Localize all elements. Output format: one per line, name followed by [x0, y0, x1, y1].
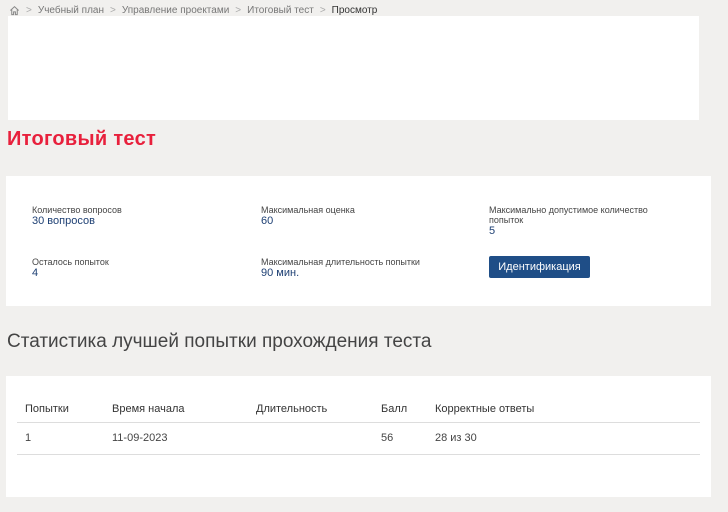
- max-duration-value: 90 мин.: [261, 267, 300, 279]
- cell-score: 56: [373, 422, 427, 455]
- max-attempts-item: Максимально допустимое количество попыто…: [489, 205, 679, 237]
- cell-attempt: 1: [17, 422, 104, 455]
- column-header-score: Балл: [373, 396, 427, 423]
- chevron-right-icon: >: [26, 4, 32, 16]
- max-duration-label: Максимальная длительность попытки: [261, 257, 420, 267]
- column-header-duration: Длительность: [248, 396, 373, 423]
- max-score-value: 60: [261, 215, 274, 227]
- attempts-left-item: Осталось попыток 4: [32, 257, 232, 279]
- chevron-right-icon: >: [319, 4, 326, 16]
- home-icon[interactable]: [8, 4, 20, 16]
- max-attempts-value: 5: [489, 225, 496, 237]
- test-info-card: Количество вопросов 30 вопросов Максимал…: [6, 176, 711, 306]
- cell-correct-answers: 28 из 30: [427, 422, 700, 455]
- column-header-correct-answers: Корректные ответы: [427, 396, 700, 423]
- breadcrumb-item-project-management[interactable]: Управление проектами: [122, 5, 229, 16]
- cell-start-time: 11-09-2023: [104, 422, 248, 455]
- identification-button[interactable]: Идентификация: [489, 256, 590, 278]
- questions-count-value: 30 вопросов: [32, 215, 95, 227]
- questions-count-label: Количество вопросов: [32, 205, 122, 215]
- attempts-left-value: 4: [32, 267, 39, 279]
- breadcrumb-current: Просмотр: [331, 4, 378, 16]
- max-score-label: Максимальная оценка: [261, 205, 355, 215]
- stats-table: Попытки Время начала Длительность Балл К…: [17, 396, 700, 455]
- table-row: 1 11-09-2023 56 28 из 30: [17, 422, 700, 455]
- breadcrumb-item-final-test[interactable]: Итоговый тест: [247, 5, 314, 16]
- max-score-item: Максимальная оценка 60: [261, 205, 461, 227]
- column-header-attempts: Попытки: [17, 396, 104, 423]
- max-duration-item: Максимальная длительность попытки 90 мин…: [261, 257, 461, 279]
- stats-card: Попытки Время начала Длительность Балл К…: [6, 376, 711, 497]
- page-title: Итоговый тест: [7, 128, 157, 150]
- breadcrumb: > Учебный план > Управление проектами > …: [8, 3, 377, 17]
- questions-count-item: Количество вопросов 30 вопросов: [32, 205, 232, 227]
- banner-area: [8, 16, 699, 120]
- cell-duration: [248, 422, 373, 455]
- breadcrumb-item-study-plan[interactable]: Учебный план: [38, 5, 104, 16]
- stats-section-title: Статистика лучшей попытки прохождения те…: [7, 331, 432, 352]
- table-header-row: Попытки Время начала Длительность Балл К…: [17, 396, 700, 423]
- attempts-left-label: Осталось попыток: [32, 257, 109, 267]
- column-header-start-time: Время начала: [104, 396, 248, 423]
- max-attempts-label: Максимально допустимое количество попыто…: [489, 205, 648, 225]
- chevron-right-icon: >: [110, 4, 116, 16]
- chevron-right-icon: >: [235, 4, 242, 16]
